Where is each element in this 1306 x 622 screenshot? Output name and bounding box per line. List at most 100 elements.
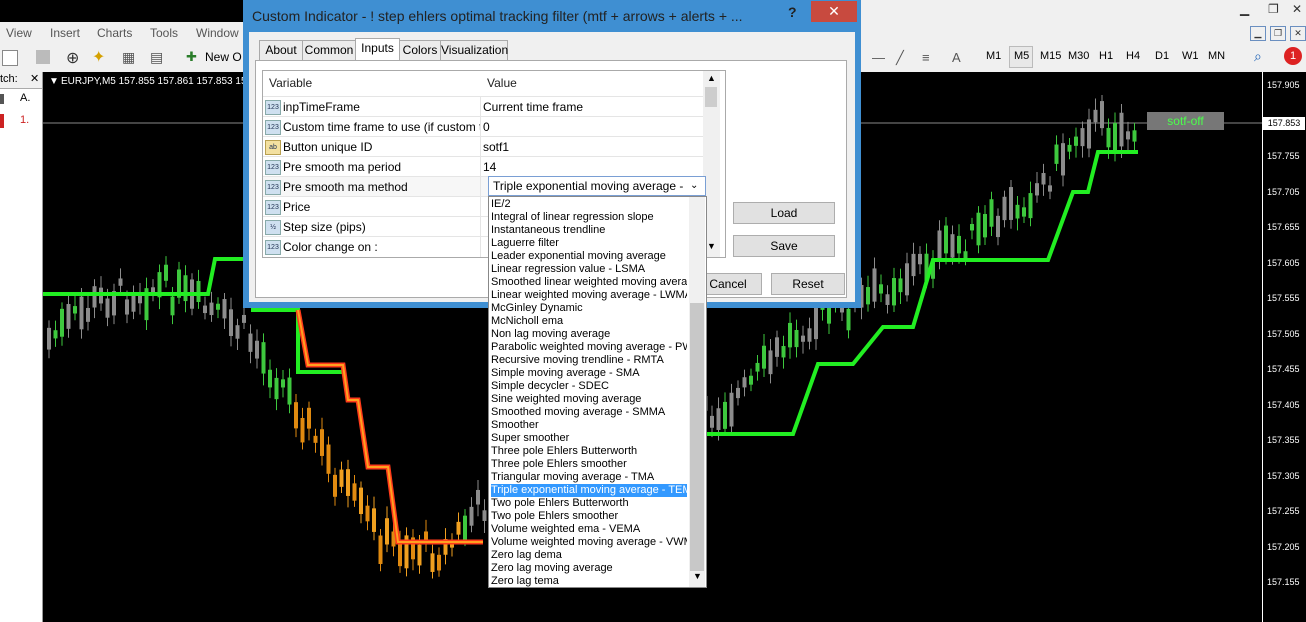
param-value[interactable]: 0	[483, 120, 490, 134]
tf-h1[interactable]: H1	[1099, 50, 1113, 62]
template-icon[interactable]: ▦	[122, 49, 135, 66]
line-tool-icon[interactable]: —	[872, 50, 885, 65]
dropdown-option[interactable]: Instantaneous trendline	[491, 224, 687, 237]
dropdown-option[interactable]: Smoothed moving average - SMMA	[491, 406, 687, 419]
tf-m5[interactable]: M5	[1014, 50, 1029, 62]
menu-window[interactable]: Window	[196, 26, 239, 40]
tf-mn[interactable]: MN	[1208, 50, 1225, 62]
candle-body	[1061, 143, 1065, 176]
dropdown-option[interactable]: Recursive moving trendline - RMTA	[491, 354, 687, 367]
dropdown-option[interactable]: Non lag moving average	[491, 328, 687, 341]
dropdown-option[interactable]: Laguerre filter	[491, 237, 687, 250]
search-icon[interactable]: ⌕	[1254, 48, 1262, 65]
panel-close-icon[interactable]: ✕	[30, 72, 39, 85]
tf-d1[interactable]: D1	[1155, 50, 1169, 62]
trendline-icon[interactable]: ╱	[896, 50, 904, 66]
load-button[interactable]: Load	[733, 202, 835, 224]
restore-icon[interactable]: ❐	[1268, 2, 1279, 16]
cursor-icon[interactable]	[36, 50, 50, 64]
dropdown-scroll-down-icon[interactable]: ▼	[693, 571, 702, 581]
input-row[interactable]: 123 Pre smooth ma period 14	[263, 156, 703, 177]
dropdown-option[interactable]: Parabolic weighted moving average - PW	[491, 341, 687, 354]
dropdown-option[interactable]: Zero lag tema	[491, 575, 687, 588]
dropdown-option[interactable]: Zero lag dema	[491, 549, 687, 562]
dropdown-option[interactable]: Volume weighted ema - VEMA	[491, 523, 687, 536]
tf-m15[interactable]: M15	[1040, 50, 1061, 62]
dropdown-option[interactable]: Triangular moving average - TMA	[491, 471, 687, 484]
channel-icon[interactable]: ≡	[922, 50, 930, 65]
candle-body	[300, 417, 305, 443]
dropdown-option[interactable]: Simple moving average - SMA	[491, 367, 687, 380]
child-restore-icon[interactable]: ❐	[1270, 26, 1286, 41]
dropdown-option[interactable]: Smoother	[491, 419, 687, 432]
tab-inputs[interactable]: Inputs	[355, 38, 400, 61]
grid-header-variable: Variable	[269, 76, 313, 90]
dropdown-option[interactable]: Three pole Ehlers Butterworth	[491, 445, 687, 458]
star-icon[interactable]: ✦	[92, 47, 105, 67]
scroll-down-icon[interactable]: ▼	[707, 241, 716, 251]
dropdown-option[interactable]: Linear weighted moving average - LWMA	[491, 289, 687, 302]
dropdown-option[interactable]: Sine weighted moving average	[491, 393, 687, 406]
menu-insert[interactable]: Insert	[50, 26, 80, 40]
grid-scroll-thumb[interactable]	[705, 87, 717, 107]
chart-icon[interactable]	[2, 50, 18, 66]
tab-visualization[interactable]: Visualization	[440, 40, 508, 60]
candle-body	[229, 309, 233, 337]
candle-body	[339, 469, 344, 487]
dropdown-option[interactable]: Two pole Ehlers smoother	[491, 510, 687, 523]
chevron-down-icon[interactable]: ⌄	[690, 177, 698, 195]
close-window-icon[interactable]: ✕	[1292, 2, 1302, 16]
menu-charts[interactable]: Charts	[97, 26, 132, 40]
tab-common[interactable]: Common	[302, 40, 356, 60]
new-order-icon[interactable]: ✚	[186, 49, 197, 65]
dropdown-option[interactable]: Integral of linear regression slope	[491, 211, 687, 224]
dropdown-option[interactable]: Two pole Ehlers Butterworth	[491, 497, 687, 510]
dropdown-option[interactable]: Triple exponential moving average - TEMA	[491, 484, 687, 497]
dropdown-option[interactable]: McNicholl ema	[491, 315, 687, 328]
menu-tools[interactable]: Tools	[150, 26, 178, 40]
tf-m1[interactable]: M1	[986, 50, 1001, 62]
tab-about[interactable]: About	[259, 40, 303, 60]
param-value[interactable]: 14	[483, 160, 496, 174]
candle-body	[911, 253, 916, 277]
dropdown-option[interactable]: McGinley Dynamic	[491, 302, 687, 315]
indicator-toggle-button[interactable]: sotf-off	[1147, 112, 1224, 130]
market-row[interactable]: 1.	[20, 114, 29, 126]
dropdown-option[interactable]: IE/2	[491, 198, 687, 211]
input-row[interactable]: ab Button unique ID sotf1	[263, 136, 703, 157]
crosshair-icon[interactable]: ⊕	[66, 48, 79, 68]
dropdown-option[interactable]: Volume weighted moving average - VWM	[491, 536, 687, 549]
text-icon[interactable]: A	[952, 50, 961, 65]
input-row[interactable]: 123 inpTimeFrame Current time frame	[263, 96, 703, 117]
close-button[interactable]: ✕	[811, 1, 857, 22]
new-order-button[interactable]: New O	[205, 50, 242, 64]
dropdown-option[interactable]: Zero lag moving average	[491, 562, 687, 575]
notification-badge[interactable]: 1	[1284, 47, 1302, 65]
dropdown-option[interactable]: Linear regression value - LSMA	[491, 263, 687, 276]
dropdown-option[interactable]: Three pole Ehlers smoother	[491, 458, 687, 471]
dropdown-option[interactable]: Smoothed linear weighted moving average	[491, 276, 687, 289]
candle-body	[749, 375, 753, 385]
minimize-icon[interactable]: ▁	[1240, 2, 1249, 16]
tf-h4[interactable]: H4	[1126, 50, 1140, 62]
dropdown-option[interactable]: Simple decycler - SDEC	[491, 380, 687, 393]
dropdown-option[interactable]: Leader exponential moving average	[491, 250, 687, 263]
reset-button[interactable]: Reset	[771, 273, 845, 295]
help-button[interactable]: ?	[788, 4, 797, 20]
tab-colors[interactable]: Colors	[399, 40, 441, 60]
save-button[interactable]: Save	[733, 235, 835, 257]
ma-method-combobox[interactable]: Triple exponential moving average - TEM …	[488, 176, 706, 196]
panel-title: tch:	[0, 73, 18, 85]
input-row[interactable]: 123Custom time frame to use (if custom t…	[263, 116, 703, 137]
param-value[interactable]: Current time frame	[483, 100, 583, 114]
child-close-icon[interactable]: ✕	[1290, 26, 1306, 41]
menu-view[interactable]: View	[6, 26, 32, 40]
profile-icon[interactable]: ▤	[150, 49, 163, 66]
param-value[interactable]: sotf1	[483, 140, 509, 154]
dropdown-option[interactable]: Super smoother	[491, 432, 687, 445]
child-minimize-icon[interactable]: ▁	[1250, 26, 1266, 41]
tf-w1[interactable]: W1	[1182, 50, 1199, 62]
tf-m30[interactable]: M30	[1068, 50, 1089, 62]
dropdown-scroll-thumb[interactable]	[690, 303, 704, 571]
scroll-up-icon[interactable]: ▲	[707, 73, 716, 83]
